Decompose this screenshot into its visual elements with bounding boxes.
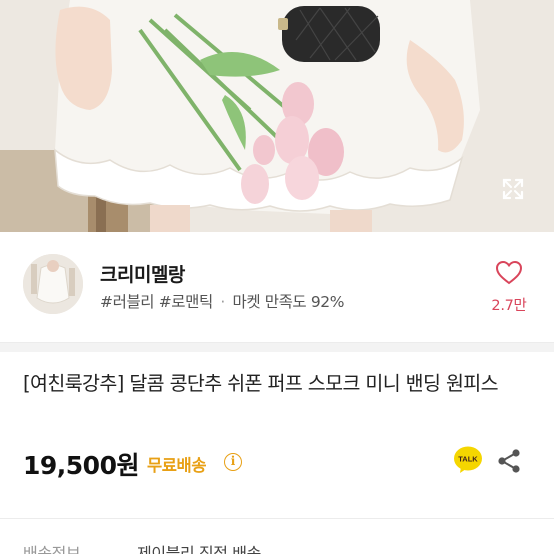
share-icon[interactable] [497, 448, 521, 474]
like-count: 2.7만 [491, 298, 527, 314]
seller-name[interactable]: 크리미멜랑 [100, 260, 185, 287]
section-divider [0, 518, 554, 519]
product-title: [여친룩강추] 달콤 콩단추 쉬폰 퍼프 스모크 미니 밴딩 원피스 [23, 372, 499, 395]
talk-label: TALK [458, 455, 478, 464]
seller-meta: #러블리 #로맨틱 · 마켓 만족도 92% [100, 290, 344, 312]
talk-icon: TALK [454, 446, 482, 473]
delivery-info-row: 배송정보 제이블리 직접 배송 [23, 540, 533, 554]
product-price: 19,500원 [23, 451, 139, 480]
kakao-talk-button[interactable]: TALK [453, 445, 483, 475]
delivery-info-value: 제이블리 직접 배송 [137, 544, 261, 554]
seller-tag[interactable]: #러블리 [100, 293, 155, 311]
avatar-image [23, 254, 83, 314]
info-icon[interactable]: i [224, 453, 242, 471]
heart-outline-icon [495, 260, 523, 285]
free-shipping-badge: 무료배송 [147, 456, 207, 475]
seller-avatar[interactable] [23, 254, 83, 314]
delivery-info-label: 배송정보 [23, 544, 81, 554]
like-button[interactable]: 2.7만 [486, 260, 532, 315]
seller-section: 크리미멜랑 #러블리 #로맨틱 · 마켓 만족도 92% 2.7만 [0, 232, 554, 342]
expand-icon[interactable] [496, 172, 530, 206]
section-divider [0, 342, 554, 352]
market-satisfaction: 마켓 만족도 92% [232, 293, 345, 311]
product-photo [0, 0, 554, 232]
seller-tag[interactable]: #로맨틱 [159, 293, 214, 311]
meta-separator: · [220, 293, 225, 311]
product-image[interactable] [0, 0, 554, 232]
